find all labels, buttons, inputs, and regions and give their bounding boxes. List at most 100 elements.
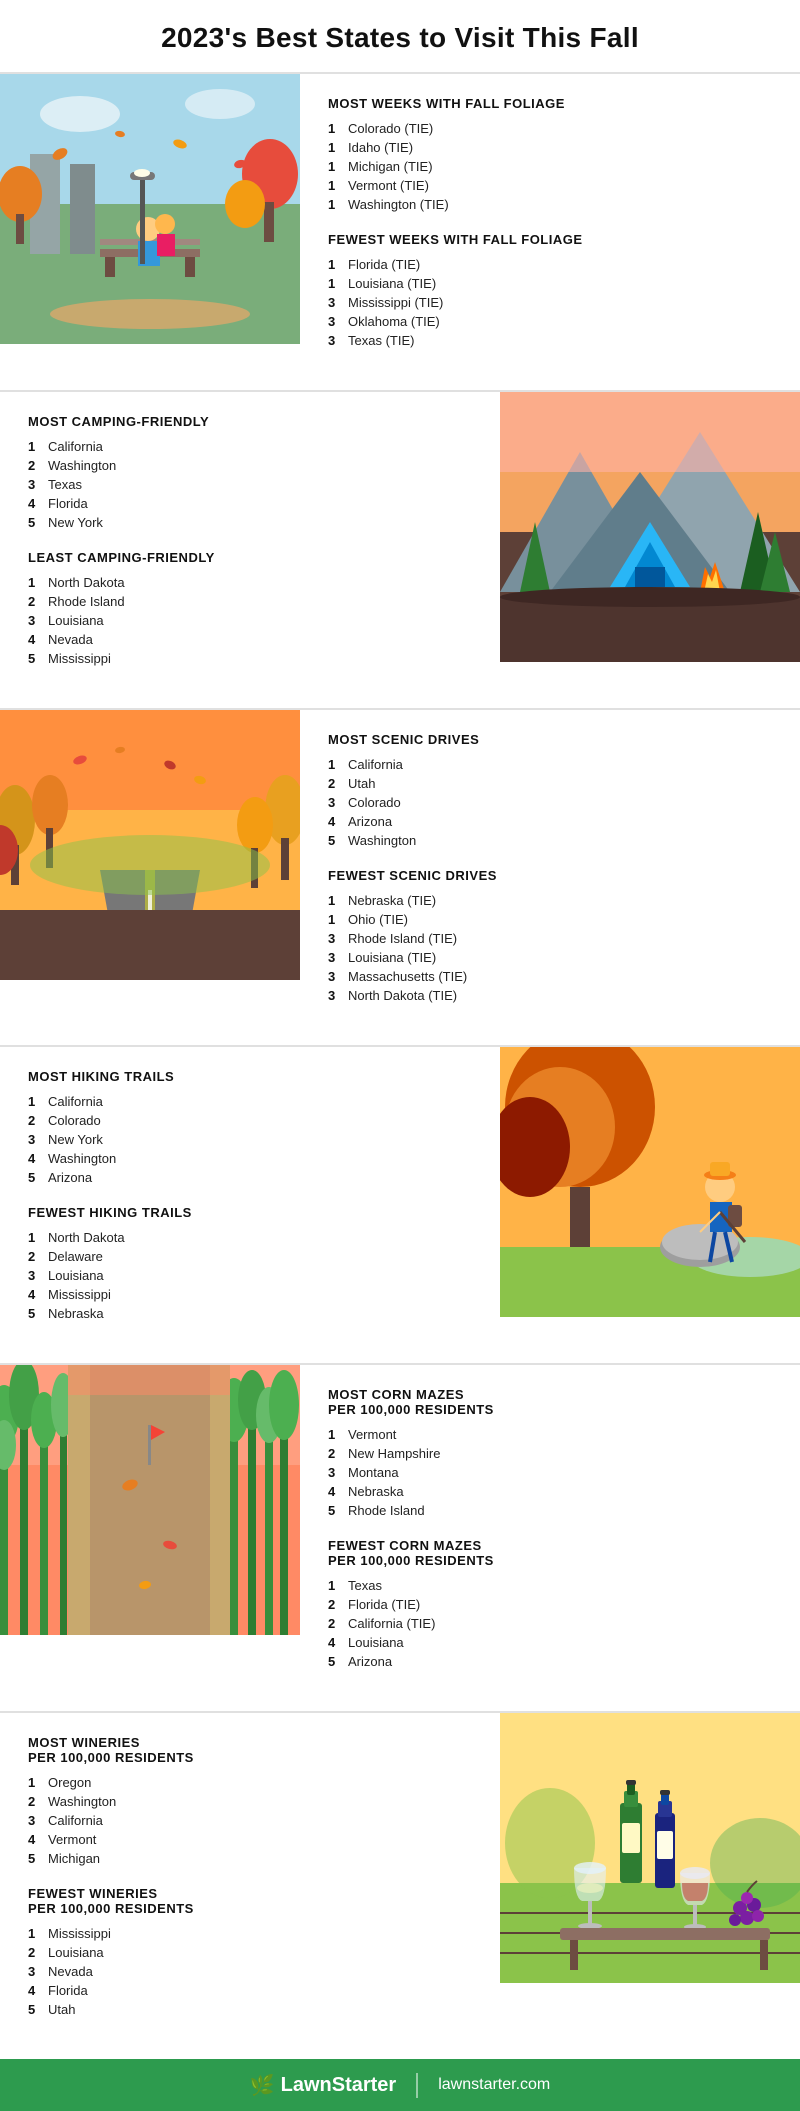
winery-content: MOST WINERIES PER 100,000 RESIDENTS 1Ore… — [0, 1713, 500, 2059]
list-item: 2Delaware — [28, 1247, 472, 1266]
list-item: 1North Dakota — [28, 573, 472, 592]
list-item: 5Rhode Island — [328, 1501, 772, 1520]
most-scenic-list: 1California 2Utah 3Colorado 4Arizona 5Wa… — [328, 755, 772, 850]
foliage-content: MOST WEEKS WITH FALL FOLIAGE 1Colorado (… — [300, 74, 800, 390]
list-item: 3Oklahoma (TIE) — [328, 312, 772, 331]
foliage-section: MOST WEEKS WITH FALL FOLIAGE 1Colorado (… — [0, 72, 800, 390]
list-item: 5Utah — [28, 2000, 472, 2019]
list-item: 1Ohio (TIE) — [328, 910, 772, 929]
list-item: 1Vermont (TIE) — [328, 176, 772, 195]
list-item: 1California — [28, 1092, 472, 1111]
list-item: 2Washington — [28, 1792, 472, 1811]
footer: 🌿 LawnStarter lawnstarter.com — [0, 2059, 800, 2111]
list-item: 1Mississippi — [28, 1924, 472, 1943]
most-corn-list: 1Vermont 2New Hampshire 3Montana 4Nebras… — [328, 1425, 772, 1520]
page-title: 2023's Best States to Visit This Fall — [0, 0, 800, 72]
list-item: 5New York — [28, 513, 472, 532]
winery-image — [500, 1713, 800, 1983]
list-item: 1Washington (TIE) — [328, 195, 772, 214]
fewest-corn-list: 1Texas 2Florida (TIE) 2California (TIE) … — [328, 1576, 772, 1671]
most-winery-block: MOST WINERIES PER 100,000 RESIDENTS 1Ore… — [28, 1735, 472, 1868]
list-item: 1Texas — [328, 1576, 772, 1595]
fewest-winery-list: 1Mississippi 2Louisiana 3Nevada 4Florida… — [28, 1924, 472, 2019]
list-item: 1North Dakota — [28, 1228, 472, 1247]
list-item: 1Florida (TIE) — [328, 255, 772, 274]
hiking-content: MOST HIKING TRAILS 1California 2Colorado… — [0, 1047, 500, 1363]
list-item: 2Utah — [328, 774, 772, 793]
least-camping-title: LEAST CAMPING-FRIENDLY — [28, 550, 472, 565]
fewest-corn-title: FEWEST CORN MAZES PER 100,000 RESIDENTS — [328, 1538, 772, 1568]
scenic-section: MOST SCENIC DRIVES 1California 2Utah 3Co… — [0, 708, 800, 1045]
footer-url: lawnstarter.com — [418, 2076, 550, 2094]
list-item: 1Vermont — [328, 1425, 772, 1444]
list-item: 3California — [28, 1811, 472, 1830]
list-item: 3Louisiana (TIE) — [328, 948, 772, 967]
fewest-winery-title: FEWEST WINERIES PER 100,000 RESIDENTS — [28, 1886, 472, 1916]
most-corn-title: MOST CORN MAZES PER 100,000 RESIDENTS — [328, 1387, 772, 1417]
list-item: 3Louisiana — [28, 611, 472, 630]
most-hiking-title: MOST HIKING TRAILS — [28, 1069, 472, 1084]
list-item: 4Florida — [28, 494, 472, 513]
least-camping-block: LEAST CAMPING-FRIENDLY 1North Dakota 2Rh… — [28, 550, 472, 668]
fewest-foliage-list: 1Florida (TIE) 1Louisiana (TIE) 3Mississ… — [328, 255, 772, 350]
fewest-foliage-block: FEWEST WEEKS WITH FALL FOLIAGE 1Florida … — [328, 232, 772, 350]
list-item: 3Massachusetts (TIE) — [328, 967, 772, 986]
fewest-scenic-block: FEWEST SCENIC DRIVES 1Nebraska (TIE) 1Oh… — [328, 868, 772, 1005]
list-item: 5Washington — [328, 831, 772, 850]
list-item: 1Oregon — [28, 1773, 472, 1792]
most-foliage-block: MOST WEEKS WITH FALL FOLIAGE 1Colorado (… — [328, 96, 772, 214]
list-item: 2New Hampshire — [328, 1444, 772, 1463]
camping-image — [500, 392, 800, 662]
corn-maze-section: MOST CORN MAZES PER 100,000 RESIDENTS 1V… — [0, 1363, 800, 1711]
hiking-section: MOST HIKING TRAILS 1California 2Colorado… — [0, 1045, 800, 1363]
list-item: 1Idaho (TIE) — [328, 138, 772, 157]
footer-brand-name: LawnStarter — [281, 2074, 397, 2097]
list-item: 1California — [328, 755, 772, 774]
most-winery-list: 1Oregon 2Washington 3California 4Vermont… — [28, 1773, 472, 1868]
list-item: 5Mississippi — [28, 649, 472, 668]
most-scenic-title: MOST SCENIC DRIVES — [328, 732, 772, 747]
scenic-image — [0, 710, 300, 980]
leaf-icon: 🌿 — [250, 2073, 275, 2098]
camping-section: MOST CAMPING-FRIENDLY 1California 2Washi… — [0, 390, 800, 708]
winery-section: MOST WINERIES PER 100,000 RESIDENTS 1Ore… — [0, 1711, 800, 2059]
foliage-image — [0, 74, 300, 344]
list-item: 3Colorado — [328, 793, 772, 812]
list-item: 3Louisiana — [28, 1266, 472, 1285]
list-item: 3Texas — [28, 475, 472, 494]
fewest-scenic-title: FEWEST SCENIC DRIVES — [328, 868, 772, 883]
list-item: 3Mississippi (TIE) — [328, 293, 772, 312]
most-hiking-list: 1California 2Colorado 3New York 4Washing… — [28, 1092, 472, 1187]
list-item: 3Texas (TIE) — [328, 331, 772, 350]
list-item: 5Arizona — [28, 1168, 472, 1187]
list-item: 5Arizona — [328, 1652, 772, 1671]
list-item: 2Colorado — [28, 1111, 472, 1130]
least-camping-list: 1North Dakota 2Rhode Island 3Louisiana 4… — [28, 573, 472, 668]
list-item: 2Rhode Island — [28, 592, 472, 611]
list-item: 1California — [28, 437, 472, 456]
fewest-winery-block: FEWEST WINERIES PER 100,000 RESIDENTS 1M… — [28, 1886, 472, 2019]
most-camping-title: MOST CAMPING-FRIENDLY — [28, 414, 472, 429]
list-item: 2Washington — [28, 456, 472, 475]
corn-maze-image — [0, 1365, 300, 1635]
most-camping-list: 1California 2Washington 3Texas 4Florida … — [28, 437, 472, 532]
fewest-hiking-list: 1North Dakota 2Delaware 3Louisiana 4Miss… — [28, 1228, 472, 1323]
list-item: 4Florida — [28, 1981, 472, 2000]
list-item: 4Washington — [28, 1149, 472, 1168]
hiking-image — [500, 1047, 800, 1317]
footer-brand: 🌿 LawnStarter — [250, 2073, 419, 2098]
list-item: 4Arizona — [328, 812, 772, 831]
list-item: 3New York — [28, 1130, 472, 1149]
list-item: 4Nebraska — [328, 1482, 772, 1501]
list-item: 2Louisiana — [28, 1943, 472, 1962]
list-item: 5Nebraska — [28, 1304, 472, 1323]
list-item: 1Louisiana (TIE) — [328, 274, 772, 293]
fewest-corn-block: FEWEST CORN MAZES PER 100,000 RESIDENTS … — [328, 1538, 772, 1671]
most-foliage-title: MOST WEEKS WITH FALL FOLIAGE — [328, 96, 772, 111]
most-winery-title: MOST WINERIES PER 100,000 RESIDENTS — [28, 1735, 472, 1765]
most-corn-block: MOST CORN MAZES PER 100,000 RESIDENTS 1V… — [328, 1387, 772, 1520]
list-item: 3North Dakota (TIE) — [328, 986, 772, 1005]
list-item: 4Nevada — [28, 630, 472, 649]
fewest-scenic-list: 1Nebraska (TIE) 1Ohio (TIE) 3Rhode Islan… — [328, 891, 772, 1005]
most-camping-block: MOST CAMPING-FRIENDLY 1California 2Washi… — [28, 414, 472, 532]
